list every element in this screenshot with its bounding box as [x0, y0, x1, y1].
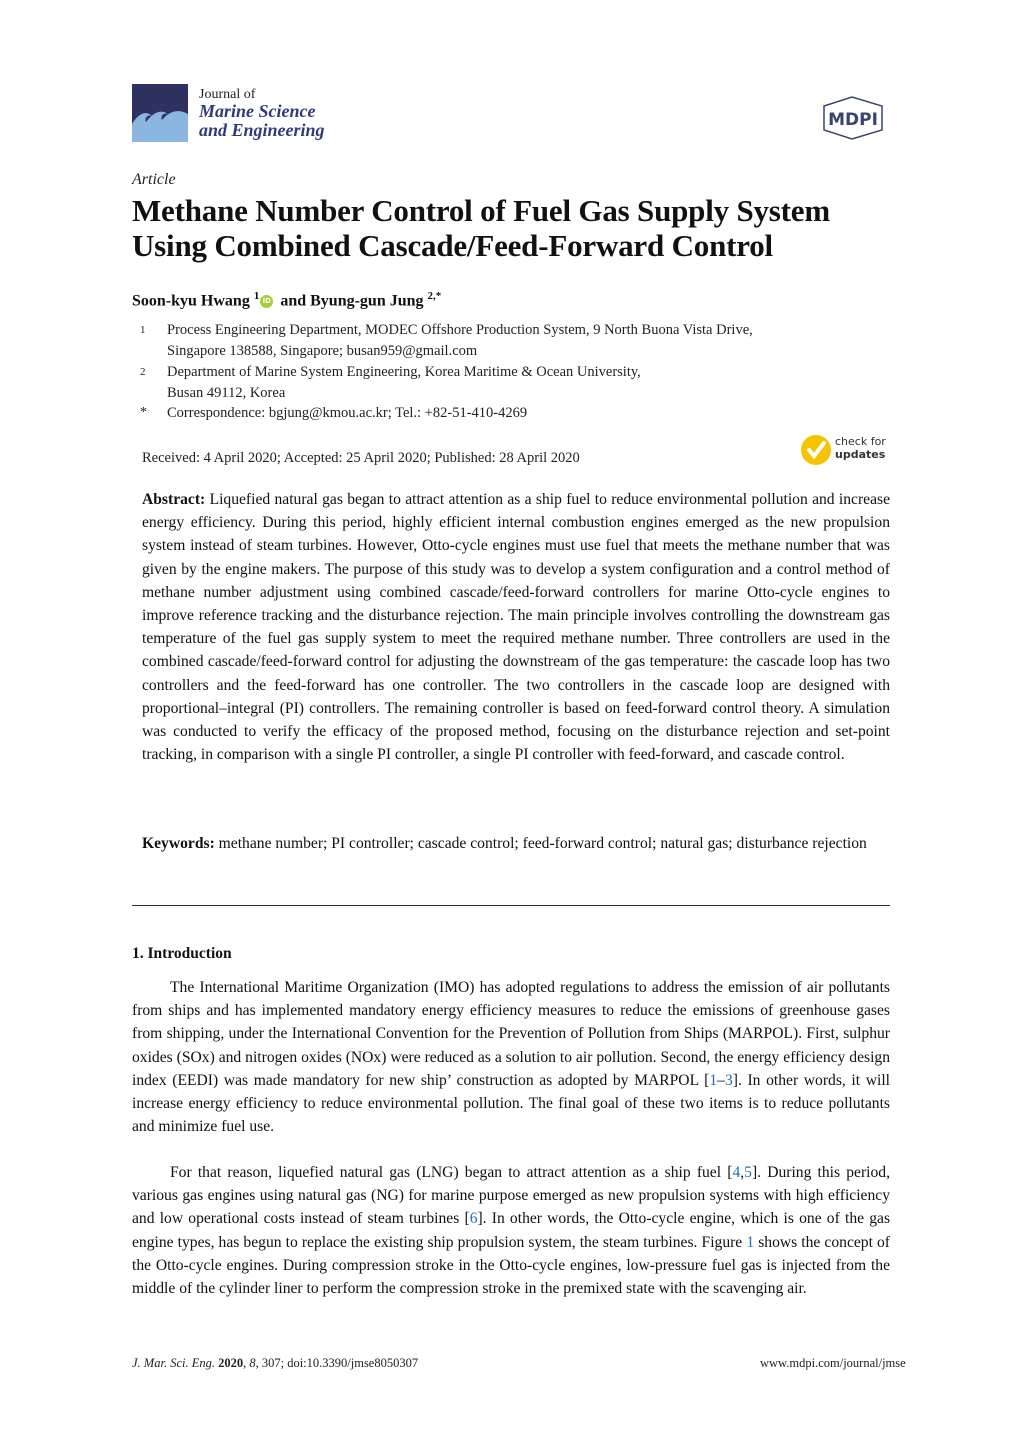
intro-paragraph-2: For that reason, liquefied natural gas (… [132, 1161, 890, 1300]
footer-doi[interactable]: , 307; doi:10.3390/jmse8050307 [256, 1356, 419, 1370]
check-for-label: check for [835, 435, 886, 448]
abstract: Abstract: Liquefied natural gas began to… [142, 488, 890, 766]
affiliation-2: 2 Department of Marine System Engineerin… [132, 362, 892, 404]
paragraph-text: For that reason, liquefied natural gas (… [170, 1164, 733, 1181]
journal-name-line2: and Engineering [199, 120, 325, 140]
correspondence: * Correspondence: bgjung@kmou.ac.kr; Tel… [132, 403, 892, 425]
affiliation-mark: 1 [140, 324, 146, 336]
citation-link[interactable]: 5 [744, 1164, 752, 1181]
journal-name: Marine Science and Engineering [199, 102, 325, 140]
author-conjunction: and [280, 292, 307, 310]
affiliation-text: Department of Marine System Engineering,… [167, 362, 641, 403]
affiliation-line: Busan 49112, Korea [167, 384, 286, 401]
title-line-2: Using Combined Cascade/Feed-Forward Cont… [132, 228, 773, 263]
author-name[interactable]: Soon-kyu Hwang [132, 292, 250, 309]
affiliation-line: Singapore 138588, Singapore; busan959@gm… [167, 342, 478, 359]
keywords: Keywords: methane number; PI controller;… [142, 832, 890, 855]
keywords-label: Keywords: [142, 835, 215, 852]
affiliation-ref: 1 [253, 290, 260, 302]
checkmark-icon [801, 435, 831, 465]
keywords-text: methane number; PI controller; cascade c… [218, 835, 867, 852]
article-title: Methane Number Control of Fuel Gas Suppl… [132, 193, 902, 263]
affiliation-line: Process Engineering Department, MODEC Of… [167, 322, 753, 338]
check-for-updates-button[interactable]: check for updates [801, 434, 891, 468]
correspondence-text: Correspondence: bgjung@kmou.ac.kr; Tel.:… [167, 405, 528, 421]
author-list: Soon-kyu Hwang 1 iD and Byung-gun Jung 2,… [132, 290, 441, 310]
section-divider [132, 905, 890, 906]
affiliation-text: Process Engineering Department, MODEC Of… [167, 320, 753, 361]
journal-url[interactable]: www.mdpi.com/journal/jmse [760, 1356, 906, 1371]
citation-link[interactable]: 3 [725, 1072, 733, 1089]
affiliation-1: 1 Process Engineering Department, MODEC … [132, 320, 892, 362]
intro-paragraph-1: The International Maritime Organization … [132, 976, 890, 1138]
wave-icon [132, 84, 188, 142]
journal-abbrev: J. Mar. Sci. Eng. [132, 1356, 215, 1370]
affiliation-mark: 2 [140, 366, 146, 378]
publication-dates: Received: 4 April 2020; Accepted: 25 Apr… [142, 450, 580, 466]
citation-separator: – [717, 1071, 725, 1089]
correspondence-mark: * [140, 405, 147, 420]
journal-logo [132, 84, 188, 142]
mdpi-hexagon-icon: MDPI [823, 96, 883, 140]
section-heading: 1. Introduction [132, 945, 232, 962]
orcid-icon[interactable]: iD [260, 295, 274, 309]
footer-year: 2020 [218, 1356, 244, 1370]
mdpi-logo: MDPI [816, 96, 888, 140]
figure-link[interactable]: 1 [746, 1234, 754, 1251]
article-type: Article [132, 171, 176, 188]
abstract-label: Abstract: [142, 491, 206, 508]
updates-label: updates [835, 448, 886, 461]
affiliation-line: Department of Marine System Engineering,… [167, 364, 641, 380]
citation-link[interactable]: 1 [709, 1072, 717, 1089]
affiliation-ref: 2,* [427, 290, 442, 302]
author-name[interactable]: Byung-gun Jung [310, 292, 423, 309]
footer-citation: J. Mar. Sci. Eng. 2020, 8, 307; doi:10.3… [132, 1356, 419, 1370]
title-line-1: Methane Number Control of Fuel Gas Suppl… [132, 193, 830, 228]
abstract-text: Liquefied natural gas began to attract a… [142, 491, 890, 764]
journal-name-line1: Marine Science [199, 101, 316, 121]
svg-text:MDPI: MDPI [828, 110, 878, 130]
